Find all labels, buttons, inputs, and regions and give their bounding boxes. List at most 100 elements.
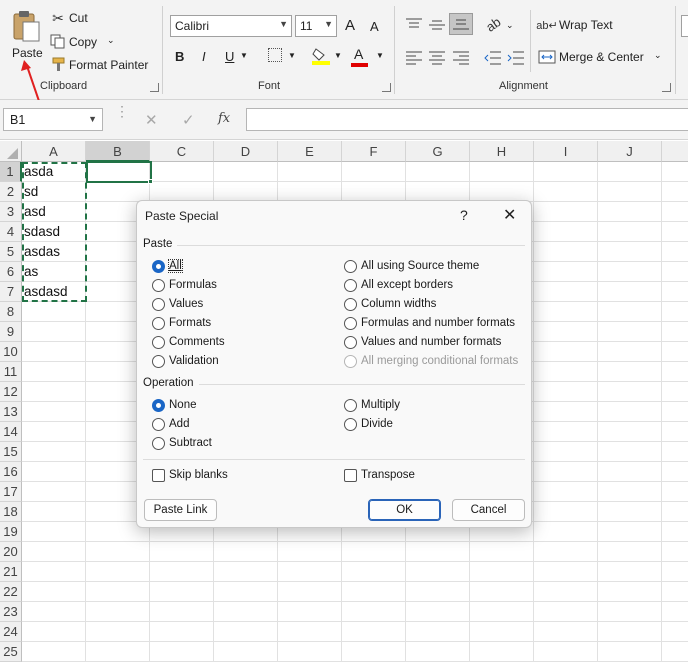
chevron-down-icon[interactable]: ⌄ (506, 20, 514, 31)
decrease-indent-icon[interactable] (484, 50, 502, 66)
operation-option-none[interactable]: None (152, 398, 312, 414)
row-header-9[interactable]: 9 (0, 322, 22, 342)
column-header-partial[interactable] (662, 141, 688, 162)
chevron-down-icon[interactable]: ⌄ (654, 50, 662, 61)
row-header-18[interactable]: 18 (0, 502, 22, 522)
row-header-11[interactable]: 11 (0, 362, 22, 382)
row-header-24[interactable]: 24 (0, 622, 22, 642)
row-header-1[interactable]: 1 (0, 162, 22, 182)
middle-align-icon[interactable] (428, 17, 446, 33)
increase-indent-icon[interactable] (507, 50, 525, 66)
font-name-dropdown[interactable]: Calibri ▼ (170, 15, 292, 37)
row-header-6[interactable]: 6 (0, 262, 22, 282)
paste-option-values-and-number-formats[interactable]: Values and number formats (344, 335, 529, 351)
row-header-15[interactable]: 15 (0, 442, 22, 462)
column-header-j[interactable]: J (598, 141, 662, 162)
paste-option-formulas-and-number-formats[interactable]: Formulas and number formats (344, 316, 529, 332)
cut-button[interactable]: ✂ Cut (50, 10, 100, 28)
row-header-19[interactable]: 19 (0, 522, 22, 542)
column-header-a[interactable]: A (22, 141, 86, 162)
row-header-14[interactable]: 14 (0, 422, 22, 442)
chevron-down-icon[interactable]: ▼ (376, 51, 384, 60)
cancel-entry-icon[interactable]: ✕ (145, 111, 158, 129)
alignment-dialog-launcher-icon[interactable] (662, 83, 671, 92)
row-header-22[interactable]: 22 (0, 582, 22, 602)
row-header-13[interactable]: 13 (0, 402, 22, 422)
confirm-entry-icon[interactable]: ✓ (182, 111, 195, 129)
fill-color-icon[interactable] (312, 46, 330, 66)
column-header-i[interactable]: I (534, 141, 598, 162)
column-header-c[interactable]: C (150, 141, 214, 162)
column-header-h[interactable]: H (470, 141, 534, 162)
row-header-7[interactable]: 7 (0, 282, 22, 302)
paste-option-all-except-borders[interactable]: All except borders (344, 278, 529, 294)
grow-font-button[interactable]: A (345, 17, 355, 34)
chevron-down-icon[interactable]: ▼ (240, 51, 248, 60)
row-header-4[interactable]: 4 (0, 222, 22, 242)
copy-button[interactable]: Copy ⌄ (50, 33, 122, 51)
borders-icon[interactable] (268, 48, 282, 62)
close-icon[interactable]: ✕ (503, 205, 516, 225)
font-size-dropdown[interactable]: 11 ▼ (295, 15, 337, 37)
select-all-corner[interactable] (0, 141, 22, 162)
paste-option-column-widths[interactable]: Column widths (344, 297, 529, 313)
paste-option-values[interactable]: Values (152, 297, 312, 313)
row-header-20[interactable]: 20 (0, 542, 22, 562)
row-header-17[interactable]: 17 (0, 482, 22, 502)
column-header-d[interactable]: D (214, 141, 278, 162)
top-align-icon[interactable] (405, 17, 423, 33)
column-header-b[interactable]: B (86, 141, 150, 162)
transpose-checkbox[interactable]: Transpose (344, 468, 504, 484)
chevron-down-icon[interactable]: ▼ (288, 51, 296, 60)
column-header-e[interactable]: E (278, 141, 342, 162)
row-header-3[interactable]: 3 (0, 202, 22, 222)
column-header-f[interactable]: F (342, 141, 406, 162)
merge-center-button[interactable]: Merge & Center ⌄ (538, 48, 668, 68)
name-box[interactable]: B1 ▼ (3, 108, 103, 131)
row-header-8[interactable]: 8 (0, 302, 22, 322)
paste-option-comments[interactable]: Comments (152, 335, 312, 351)
ok-button[interactable]: OK (368, 499, 441, 521)
wrap-text-button[interactable]: ab↵ Wrap Text (536, 16, 648, 36)
font-color-button[interactable]: A (354, 46, 363, 62)
font-dialog-launcher-icon[interactable] (382, 83, 391, 92)
align-left-icon[interactable] (405, 50, 423, 66)
paste-option-formats[interactable]: Formats (152, 316, 312, 332)
paste-option-validation[interactable]: Validation (152, 354, 312, 370)
column-header-g[interactable]: G (406, 141, 470, 162)
row-header-16[interactable]: 16 (0, 462, 22, 482)
paste-option-all-using-source-theme[interactable]: All using Source theme (344, 259, 529, 275)
format-painter-button[interactable]: Format Painter (50, 56, 150, 74)
next-group-control[interactable] (681, 15, 688, 37)
shrink-font-button[interactable]: A (370, 19, 379, 34)
align-center-icon[interactable] (428, 50, 446, 66)
formula-input[interactable] (246, 108, 688, 131)
row-header-5[interactable]: 5 (0, 242, 22, 262)
paste-button[interactable]: Paste (4, 4, 46, 66)
insert-function-icon[interactable]: fx (218, 111, 230, 126)
operation-option-add[interactable]: Add (152, 417, 312, 433)
row-header-12[interactable]: 12 (0, 382, 22, 402)
selected-cell-b1[interactable] (86, 161, 152, 183)
help-icon[interactable]: ? (460, 207, 468, 223)
paste-option-all[interactable]: All (152, 259, 312, 275)
row-header-2[interactable]: 2 (0, 182, 22, 202)
operation-option-divide[interactable]: Divide (344, 417, 504, 433)
italic-button[interactable]: I (202, 49, 206, 64)
bold-button[interactable]: B (175, 49, 184, 64)
row-header-21[interactable]: 21 (0, 562, 22, 582)
paste-link-button[interactable]: Paste Link (144, 499, 217, 521)
paste-option-formulas[interactable]: Formulas (152, 278, 312, 294)
row-header-10[interactable]: 10 (0, 342, 22, 362)
orientation-icon[interactable]: ab (480, 11, 505, 36)
operation-option-multiply[interactable]: Multiply (344, 398, 504, 414)
skip-blanks-checkbox[interactable]: Skip blanks (152, 468, 312, 484)
cancel-button[interactable]: Cancel (452, 499, 525, 521)
clipboard-dialog-launcher-icon[interactable] (150, 83, 159, 92)
chevron-down-icon[interactable]: ▼ (334, 51, 342, 60)
row-header-25[interactable]: 25 (0, 642, 22, 662)
align-right-icon[interactable] (452, 50, 470, 66)
chevron-down-icon[interactable]: ⌄ (107, 35, 115, 46)
fill-handle[interactable] (148, 179, 153, 184)
operation-option-subtract[interactable]: Subtract (152, 436, 312, 452)
